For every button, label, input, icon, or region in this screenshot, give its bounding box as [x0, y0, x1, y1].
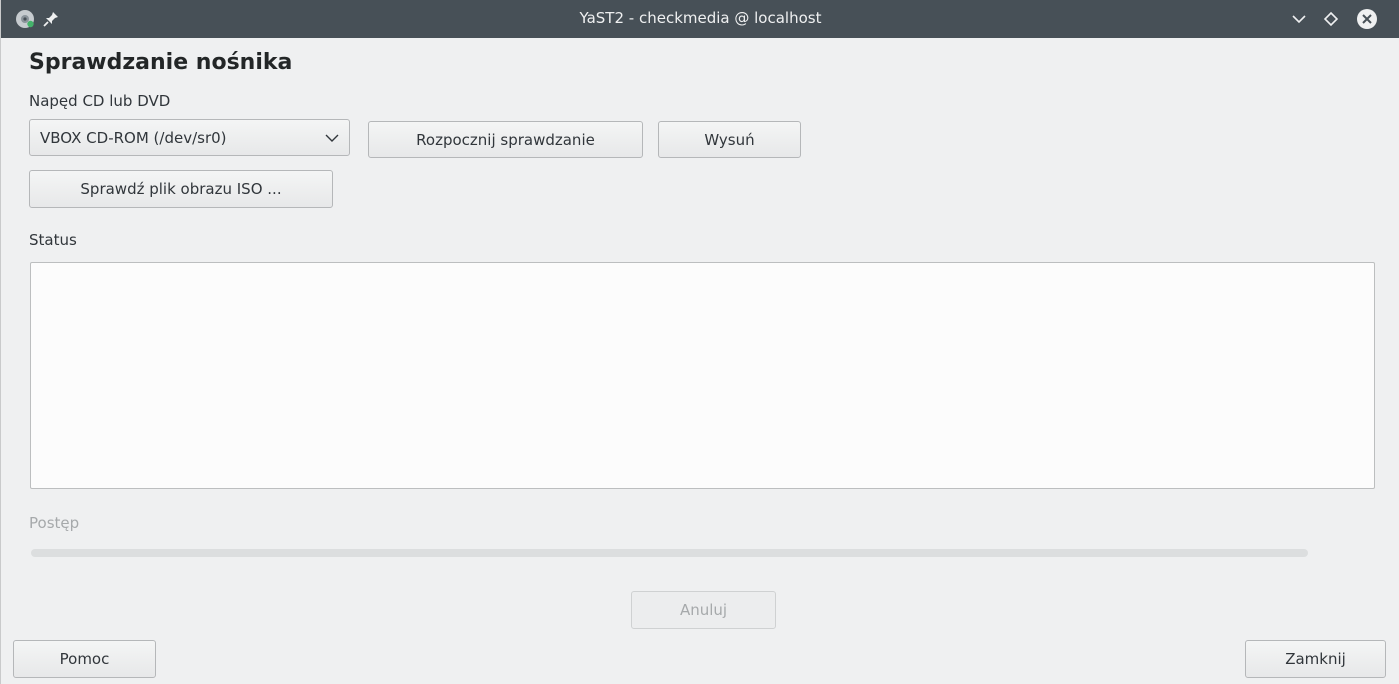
progress-label: Postęp — [29, 514, 80, 532]
chevron-down-icon — [323, 129, 341, 147]
close-button[interactable]: Zamknij — [1245, 640, 1386, 678]
window-titlebar[interactable]: YaST2 - checkmedia @ localhost — [1, 0, 1399, 38]
yast-window: YaST2 - checkmedia @ localhost Sprawdzan… — [0, 0, 1399, 684]
cancel-button: Anuluj — [631, 591, 776, 629]
close-icon[interactable] — [1356, 8, 1378, 30]
eject-button[interactable]: Wysuń — [658, 121, 801, 158]
diamond-icon[interactable] — [1321, 9, 1341, 29]
drive-label: Napęd CD lub DVD — [29, 92, 171, 110]
drive-select[interactable]: VBOX CD-ROM (/dev/sr0) — [29, 119, 350, 156]
chevron-down-icon[interactable] — [1289, 9, 1309, 29]
drive-select-value: VBOX CD-ROM (/dev/sr0) — [40, 128, 227, 147]
start-check-button[interactable]: Rozpocznij sprawdzanie — [368, 121, 643, 158]
window-title: YaST2 - checkmedia @ localhost — [579, 9, 822, 27]
page-title: Sprawdzanie nośnika — [29, 50, 293, 75]
progress-bar — [31, 549, 1308, 557]
check-iso-button[interactable]: Sprawdź plik obrazu ISO ... — [29, 170, 333, 208]
status-label: Status — [29, 231, 77, 249]
help-button[interactable]: Pomoc — [13, 640, 156, 678]
status-log-area[interactable] — [30, 262, 1375, 489]
